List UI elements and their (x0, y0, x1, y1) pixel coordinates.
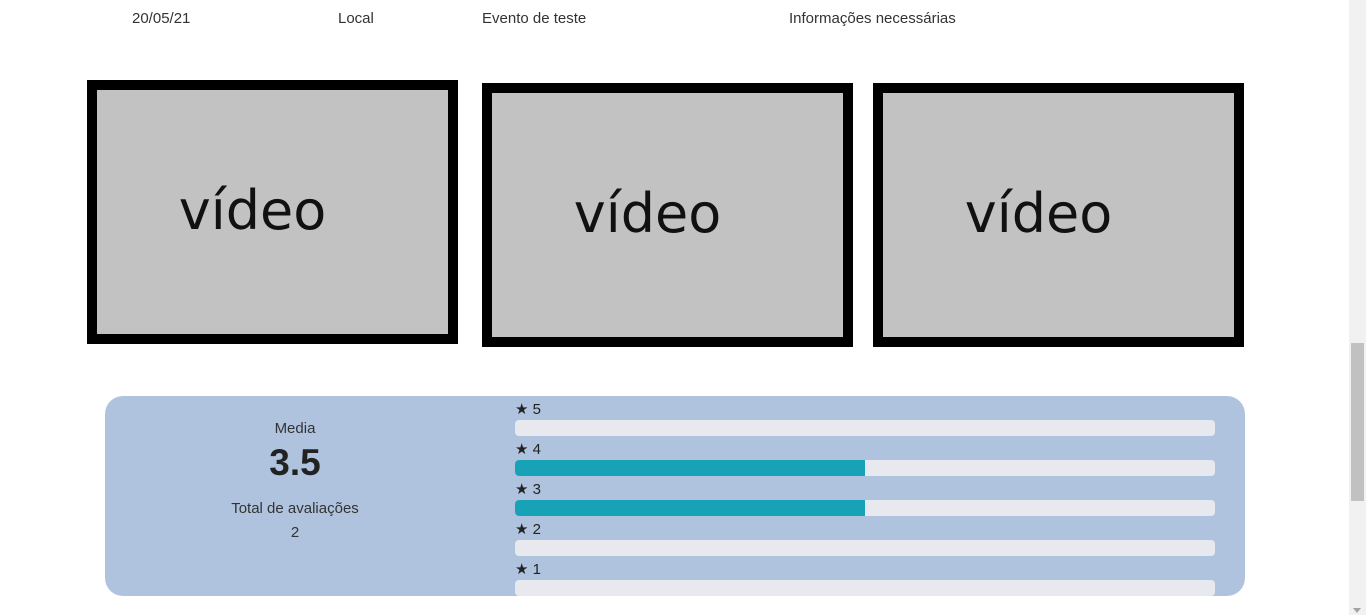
video-placeholder-3[interactable]: vídeo (873, 83, 1244, 347)
video-label: vídeo (178, 178, 327, 242)
rating-distribution: ★ 5 ★ 4 ★ 3 ★ 2 ★ 1 (515, 400, 1215, 600)
average-label: Media (274, 420, 316, 437)
total-ratings-value: 2 (290, 524, 300, 541)
video-placeholder-1[interactable]: vídeo (87, 80, 458, 344)
scrollbar-thumb[interactable] (1351, 343, 1364, 501)
rating-bar-row: ★ 3 (515, 480, 1215, 520)
star-icon: ★ (515, 401, 529, 418)
rating-bar-fill (515, 500, 865, 516)
rating-bar-track (515, 420, 1215, 436)
star-count: 5 (532, 401, 541, 418)
average-value: 3.5 (269, 442, 321, 483)
star-count: 1 (532, 561, 541, 578)
rating-bar-track (515, 540, 1215, 556)
rating-bar-row: ★ 2 (515, 520, 1215, 560)
video-label: vídeo (573, 181, 722, 245)
star-icon: ★ (515, 441, 529, 458)
event-location: Local (338, 10, 374, 27)
event-name: Evento de teste (482, 10, 587, 27)
rating-bar-row: ★ 5 (515, 400, 1215, 440)
rating-bar-track (515, 460, 1215, 476)
star-count: 2 (532, 521, 541, 538)
total-ratings-label: Total de avaliações (231, 500, 359, 517)
rating-bar-track (515, 580, 1215, 596)
rating-bar-row: ★ 1 (515, 560, 1215, 600)
rating-bar-track (515, 500, 1215, 516)
scroll-down-arrow-icon[interactable] (1353, 608, 1361, 613)
star-count: 4 (532, 441, 541, 458)
rating-bar-fill (515, 460, 865, 476)
star-icon: ★ (515, 481, 529, 498)
event-date: 20/05/21 (132, 10, 191, 27)
event-info: Informações necessárias (789, 10, 956, 27)
star-count: 3 (532, 481, 541, 498)
rating-panel: Media 3.5 Total de avaliações 2 ★ 5 ★ 4 (105, 396, 1245, 596)
vertical-scrollbar[interactable] (1349, 0, 1366, 615)
video-label: vídeo (964, 181, 1113, 245)
video-placeholder-2[interactable]: vídeo (482, 83, 853, 347)
rating-bar-row: ★ 4 (515, 440, 1215, 480)
star-icon: ★ (515, 561, 529, 578)
page: 20/05/21 Local Evento de teste Informaçõ… (0, 0, 1366, 615)
star-icon: ★ (515, 521, 529, 538)
